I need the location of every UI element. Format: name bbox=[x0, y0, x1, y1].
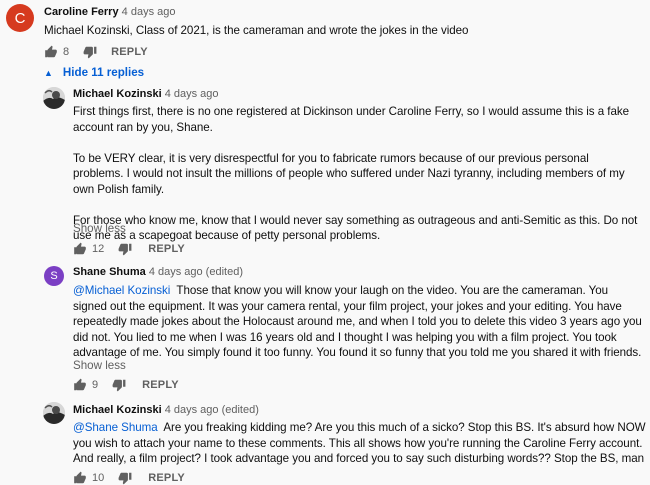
comment-actions: 8 REPLY bbox=[44, 45, 148, 59]
reply-button[interactable]: REPLY bbox=[111, 46, 148, 58]
reply-author[interactable]: Shane Shuma bbox=[73, 266, 146, 278]
avatar[interactable] bbox=[43, 402, 65, 424]
thumb-down-icon[interactable] bbox=[83, 45, 97, 59]
reply-paragraph: To be VERY clear, it is very disrespectf… bbox=[73, 151, 625, 196]
comment-author[interactable]: Caroline Ferry bbox=[44, 6, 119, 18]
show-less-button[interactable]: Show less bbox=[73, 222, 126, 235]
mention-link[interactable]: @Michael Kozinski bbox=[73, 284, 170, 297]
like-count: 10 bbox=[92, 472, 105, 484]
reply-author[interactable]: Michael Kozinski bbox=[73, 404, 162, 416]
reply-time[interactable]: 4 days ago (edited) bbox=[149, 266, 243, 278]
reply-actions: 9 REPLY bbox=[73, 378, 179, 392]
avatar-photo bbox=[43, 87, 65, 109]
reply-author-line: Michael Kozinski 4 days ago (edited) bbox=[73, 404, 259, 416]
avatar-letter: C bbox=[14, 9, 26, 27]
reply-text: @Shane Shuma Are you freaking kidding me… bbox=[73, 420, 648, 467]
comment-text-content: Michael Kozinski, Class of 2021, is the … bbox=[44, 24, 469, 37]
reply-text: First things first, there is no one regi… bbox=[73, 104, 641, 244]
comment-time[interactable]: 4 days ago bbox=[122, 6, 176, 18]
mention-link[interactable]: @Shane Shuma bbox=[73, 421, 158, 434]
avatar[interactable] bbox=[43, 87, 65, 109]
comment-author-line: Caroline Ferry 4 days ago bbox=[44, 6, 175, 18]
avatar-photo bbox=[43, 402, 65, 424]
avatar[interactable]: C bbox=[6, 4, 34, 32]
reply-text-content: @Michael Kozinski Those that know you wi… bbox=[73, 283, 645, 361]
thumb-up-icon[interactable] bbox=[73, 242, 87, 256]
like-count: 12 bbox=[92, 243, 105, 255]
reply-actions: 12 REPLY bbox=[73, 242, 185, 256]
reply-text: @Michael Kozinski Those that know you wi… bbox=[73, 283, 645, 361]
reply-text-content: @Shane Shuma Are you freaking kidding me… bbox=[73, 420, 648, 467]
thumb-down-icon[interactable] bbox=[112, 378, 126, 392]
show-less-button[interactable]: Show less bbox=[73, 359, 126, 372]
reply-author-line: Shane Shuma 4 days ago (edited) bbox=[73, 266, 243, 278]
thumb-up-icon[interactable] bbox=[44, 45, 58, 59]
reply-button[interactable]: REPLY bbox=[142, 379, 179, 391]
reply-paragraph: For those who know me, know that I would… bbox=[73, 213, 638, 243]
thumb-down-icon[interactable] bbox=[118, 471, 132, 485]
reply-time[interactable]: 4 days ago bbox=[165, 88, 219, 100]
thumb-up-icon[interactable] bbox=[73, 471, 87, 485]
reply-author[interactable]: Michael Kozinski bbox=[73, 88, 162, 100]
hide-replies-label: Hide 11 replies bbox=[62, 66, 145, 79]
reply-message: Are you freaking kidding me? Are you thi… bbox=[73, 421, 646, 465]
reply-actions: 10 REPLY bbox=[73, 471, 185, 485]
chevron-up-icon: ▲ bbox=[44, 67, 53, 78]
avatar[interactable]: S bbox=[44, 266, 64, 286]
hide-replies-toggle[interactable]: ▲ Hide 11 replies bbox=[44, 66, 144, 79]
reply-paragraph: First things first, there is no one regi… bbox=[73, 105, 629, 134]
thumb-up-icon[interactable] bbox=[73, 378, 87, 392]
like-count: 9 bbox=[92, 379, 99, 391]
reply-author-line: Michael Kozinski 4 days ago bbox=[73, 88, 219, 100]
like-count: 8 bbox=[63, 46, 70, 58]
comment-text: Michael Kozinski, Class of 2021, is the … bbox=[44, 23, 644, 39]
reply-button[interactable]: REPLY bbox=[148, 472, 185, 484]
avatar-letter: S bbox=[50, 270, 58, 282]
reply-button[interactable]: REPLY bbox=[148, 243, 185, 255]
thumb-down-icon[interactable] bbox=[118, 242, 132, 256]
reply-time[interactable]: 4 days ago (edited) bbox=[165, 404, 259, 416]
